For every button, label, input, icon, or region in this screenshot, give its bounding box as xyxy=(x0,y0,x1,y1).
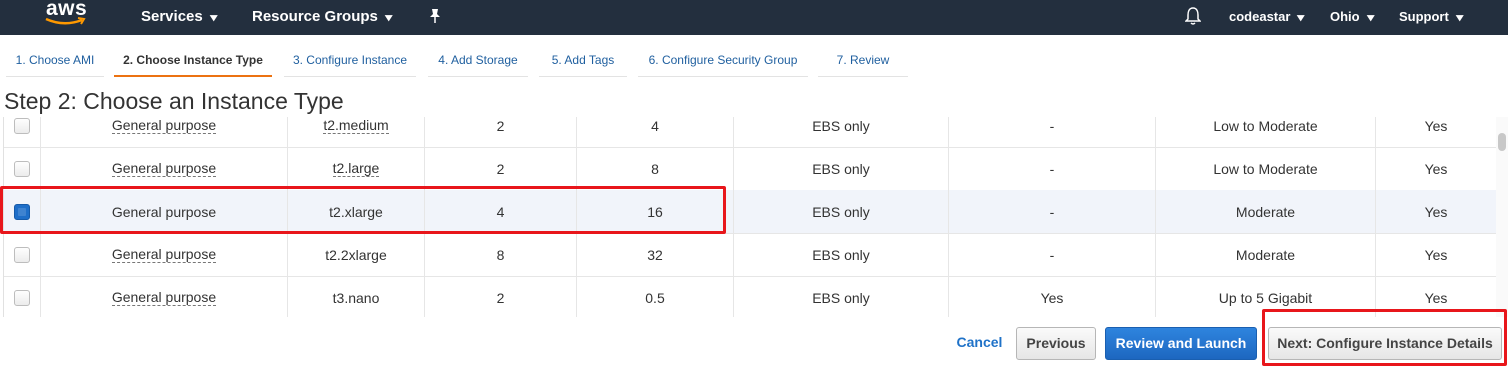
cancel-button[interactable]: Cancel xyxy=(952,327,1007,360)
row-checkbox-cell xyxy=(4,117,41,147)
type-text: t2.2xlarge xyxy=(325,246,387,263)
vcpus-cell: 2 xyxy=(425,276,577,317)
region-label: Ohio xyxy=(1330,9,1360,24)
memory-cell: 4 xyxy=(577,117,734,147)
bell-icon[interactable] xyxy=(1185,6,1201,26)
type-text: t2.large xyxy=(332,160,380,177)
table-row[interactable]: General purpose t2.2xlarge 8 32 EBS only… xyxy=(4,233,1496,277)
ebs-optimized-cell: - xyxy=(949,117,1156,147)
storage-cell: EBS only xyxy=(734,117,949,147)
vcpus-cell: 8 xyxy=(425,233,577,276)
tab-add-storage[interactable]: 4. Add Storage xyxy=(428,45,528,77)
aws-logo[interactable]: aws xyxy=(44,0,90,32)
support-label: Support xyxy=(1399,9,1449,24)
type-text: t3.nano xyxy=(332,289,380,306)
family-text: General purpose xyxy=(111,160,217,177)
network-cell: Moderate xyxy=(1156,233,1376,276)
tab-configure-instance[interactable]: 3. Configure Instance xyxy=(284,45,416,77)
storage-cell: EBS only xyxy=(734,190,949,233)
storage-cell: EBS only xyxy=(734,276,949,317)
chevron-down-icon: ▾ xyxy=(385,12,393,24)
storage-cell: EBS only xyxy=(734,147,949,190)
ipv6-cell: Yes xyxy=(1424,203,1448,220)
account-menu[interactable]: codeastar ▾ xyxy=(1229,0,1305,35)
ebs-optimized-cell: - xyxy=(949,233,1156,276)
services-label: Services xyxy=(141,8,203,25)
vcpus-cell: 2 xyxy=(425,147,577,190)
family-cell: General purpose xyxy=(41,147,288,190)
family-text: General purpose xyxy=(111,289,217,306)
table-row[interactable]: General purpose t2.large 2 8 EBS only - … xyxy=(4,147,1496,191)
memory-cell: 8 xyxy=(577,147,734,190)
region-menu[interactable]: Ohio ▾ xyxy=(1330,0,1374,35)
row-checkbox-cell xyxy=(4,233,41,276)
family-cell: General purpose xyxy=(41,233,288,276)
account-label: codeastar xyxy=(1229,9,1291,24)
row-checkbox-cell xyxy=(4,276,41,317)
type-cell: t2.large xyxy=(288,147,425,190)
ipv6-cell: Yes xyxy=(1424,160,1448,177)
memory-cell: 0.5 xyxy=(577,276,734,317)
ebs-optimized-cell: Yes xyxy=(949,276,1156,317)
type-cell: t2.2xlarge xyxy=(288,233,425,276)
tab-configure-security-group[interactable]: 6. Configure Security Group xyxy=(638,45,808,77)
type-cell: t3.nano xyxy=(288,276,425,317)
row-checkbox[interactable] xyxy=(14,289,30,306)
tab-choose-instance-type[interactable]: 2. Choose Instance Type xyxy=(114,45,272,77)
wizard-steps: 1. Choose AMI 2. Choose Instance Type 3.… xyxy=(0,45,1508,77)
tab-review[interactable]: 7. Review xyxy=(818,45,908,77)
row-checkbox[interactable] xyxy=(14,246,30,263)
support-menu[interactable]: Support ▾ xyxy=(1399,0,1464,35)
row-checkbox-cell xyxy=(4,147,41,190)
family-cell: General purpose xyxy=(41,276,288,317)
network-cell: Low to Moderate xyxy=(1156,147,1376,190)
page-title: Step 2: Choose an Instance Type xyxy=(4,88,344,114)
tab-choose-ami[interactable]: 1. Choose AMI xyxy=(6,45,104,77)
top-navigation-bar: aws Services ▾ Resource Groups ▾ codeastar… xyxy=(0,0,1508,35)
type-text: t2.medium xyxy=(323,117,389,134)
chevron-down-icon: ▾ xyxy=(1455,12,1464,24)
aws-smile-icon xyxy=(45,17,86,25)
selected-row-highlight xyxy=(0,186,726,234)
resource-groups-menu[interactable]: Resource Groups ▾ xyxy=(252,0,393,35)
ipv6-cell: Yes xyxy=(1424,246,1448,263)
resource-groups-label: Resource Groups xyxy=(252,8,378,25)
network-cell: Moderate xyxy=(1156,190,1376,233)
review-and-launch-button[interactable]: Review and Launch xyxy=(1105,327,1257,360)
row-checkbox[interactable] xyxy=(14,160,30,177)
family-text: General purpose xyxy=(111,246,217,263)
services-menu[interactable]: Services ▾ xyxy=(141,0,218,35)
pin-icon[interactable] xyxy=(428,8,442,24)
family-text: General purpose xyxy=(111,117,217,134)
ebs-optimized-cell: - xyxy=(949,190,1156,233)
tab-add-tags[interactable]: 5. Add Tags xyxy=(539,45,627,77)
memory-cell: 32 xyxy=(577,233,734,276)
next-button-highlight xyxy=(1262,309,1507,366)
scrollbar-thumb[interactable] xyxy=(1498,133,1506,151)
chevron-down-icon: ▾ xyxy=(209,12,218,24)
ipv6-cell: Yes xyxy=(1424,117,1448,134)
vcpus-cell: 2 xyxy=(425,117,577,147)
ebs-optimized-cell: - xyxy=(949,147,1156,190)
previous-button[interactable]: Previous xyxy=(1016,327,1096,360)
storage-cell: EBS only xyxy=(734,233,949,276)
table-row[interactable]: General purpose t2.medium 2 4 EBS only -… xyxy=(4,117,1496,148)
chevron-down-icon: ▾ xyxy=(1366,12,1374,24)
network-cell: Low to Moderate xyxy=(1156,117,1376,147)
chevron-down-icon: ▾ xyxy=(1297,12,1305,24)
type-cell: t2.medium xyxy=(288,117,425,147)
family-cell: General purpose xyxy=(41,117,288,147)
table-scrollbar[interactable] xyxy=(1496,117,1508,317)
row-checkbox[interactable] xyxy=(14,117,30,134)
